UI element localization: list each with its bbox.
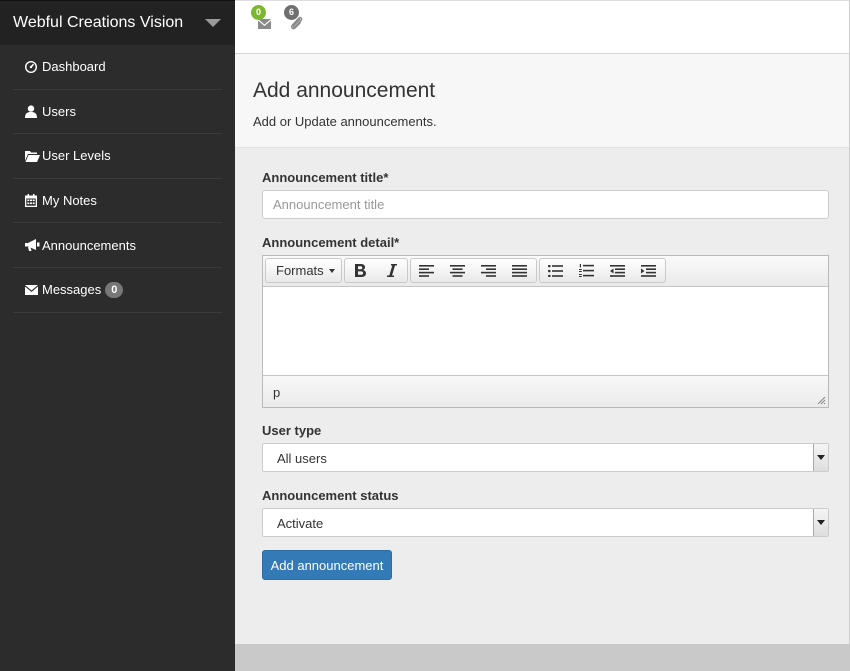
top-bar: 0 6 <box>235 0 850 54</box>
formats-button: Formats <box>266 259 345 282</box>
sidebar-item-announcements[interactable]: Announcements <box>13 223 222 268</box>
announcement-status-label: Announcement status <box>262 488 399 503</box>
messages-count-badge: 0 <box>251 5 266 20</box>
messages-count-badge: 0 <box>105 281 124 298</box>
align-center-button[interactable] <box>442 259 473 282</box>
align-right-button[interactable] <box>473 259 504 282</box>
sidebar-item-label: User Levels <box>42 148 111 164</box>
align-justify-button[interactable] <box>504 259 535 282</box>
announcement-detail-label: Announcement detail* <box>262 235 400 250</box>
page-footer <box>235 644 850 671</box>
text-style-group <box>344 258 408 283</box>
formats-dropdown[interactable]: Formats <box>265 258 342 283</box>
caret-down-icon <box>328 268 335 273</box>
announcement-status-select[interactable]: Activate <box>262 508 829 537</box>
indent-icon <box>641 264 656 277</box>
sidebar: Webful Creations Vision Dashboard Users … <box>0 0 235 671</box>
top-messages-button[interactable]: 0 <box>251 5 275 31</box>
editor-content-area[interactable] <box>263 287 828 375</box>
add-announcement-button[interactable]: Add announcement <box>262 550 392 580</box>
list-group <box>539 258 666 283</box>
editor-statusbar: p <box>263 375 828 407</box>
top-attachments-button[interactable]: 6 <box>284 5 308 31</box>
page-subtitle: Add or Update announcements. <box>253 114 437 129</box>
indent-button[interactable] <box>633 259 664 282</box>
bullet-list-icon <box>548 264 563 277</box>
chevron-down-icon <box>813 509 828 536</box>
announcement-form: Announcement title* Announcement detail*… <box>235 148 850 644</box>
page-title: Add announcement <box>253 79 436 102</box>
bold-button[interactable] <box>345 259 376 282</box>
sidebar-item-my-notes[interactable]: My Notes <box>13 179 222 224</box>
align-left-icon <box>419 264 434 277</box>
user-type-select[interactable]: All users <box>262 443 829 472</box>
align-left-button[interactable] <box>411 259 442 282</box>
sidebar-item-messages[interactable]: Messages 0 <box>13 268 222 313</box>
align-justify-icon <box>512 264 527 277</box>
attachments-count-badge: 6 <box>284 5 299 20</box>
outdent-icon <box>610 264 625 277</box>
user-type-value: All users <box>277 451 327 466</box>
rich-text-editor: Formats p <box>262 255 829 408</box>
sidebar-item-user-levels[interactable]: User Levels <box>13 134 222 179</box>
dashboard-icon <box>25 60 41 74</box>
align-right-icon <box>481 264 496 277</box>
bullhorn-icon <box>25 238 41 252</box>
announcement-title-input[interactable] <box>262 190 829 219</box>
numbered-list-button[interactable] <box>571 259 602 282</box>
page-header: Add announcement Add or Update announcem… <box>235 54 850 148</box>
folder-open-icon <box>25 149 41 163</box>
envelope-icon <box>25 283 41 297</box>
sidebar-item-label: Announcements <box>42 237 136 253</box>
sidebar-item-label: My Notes <box>42 193 97 209</box>
italic-icon <box>386 264 397 277</box>
announcement-title-label: Announcement title* <box>262 170 389 185</box>
sidebar-item-dashboard[interactable]: Dashboard <box>13 45 222 90</box>
editor-toolbar: Formats <box>263 256 828 287</box>
user-type-label: User type <box>262 423 322 438</box>
alignment-group <box>410 258 537 283</box>
sidebar-item-label: Dashboard <box>42 59 106 75</box>
sidebar-item-label: Messages <box>42 282 102 298</box>
sidebar-item-label: Users <box>42 103 76 119</box>
brand-title: Webful Creations Vision <box>13 14 184 31</box>
italic-button[interactable] <box>376 259 407 282</box>
brand-bar: Webful Creations Vision <box>0 0 235 45</box>
numbered-list-icon <box>579 264 594 277</box>
chevron-down-icon <box>813 444 828 471</box>
user-icon <box>25 104 41 118</box>
element-path[interactable]: p <box>273 385 280 400</box>
bullet-list-button[interactable] <box>540 259 571 282</box>
outdent-button[interactable] <box>602 259 633 282</box>
caret-down-icon[interactable] <box>205 19 221 27</box>
bold-icon <box>355 264 366 277</box>
sidebar-nav: Dashboard Users User Levels My Notes Ann… <box>0 45 235 313</box>
sidebar-item-users[interactable]: Users <box>13 90 222 135</box>
announcement-status-value: Activate <box>277 516 324 531</box>
formats-label: Formats <box>276 263 324 278</box>
resize-handle-icon[interactable] <box>817 396 826 405</box>
align-center-icon <box>450 264 465 277</box>
calendar-icon <box>25 194 41 208</box>
